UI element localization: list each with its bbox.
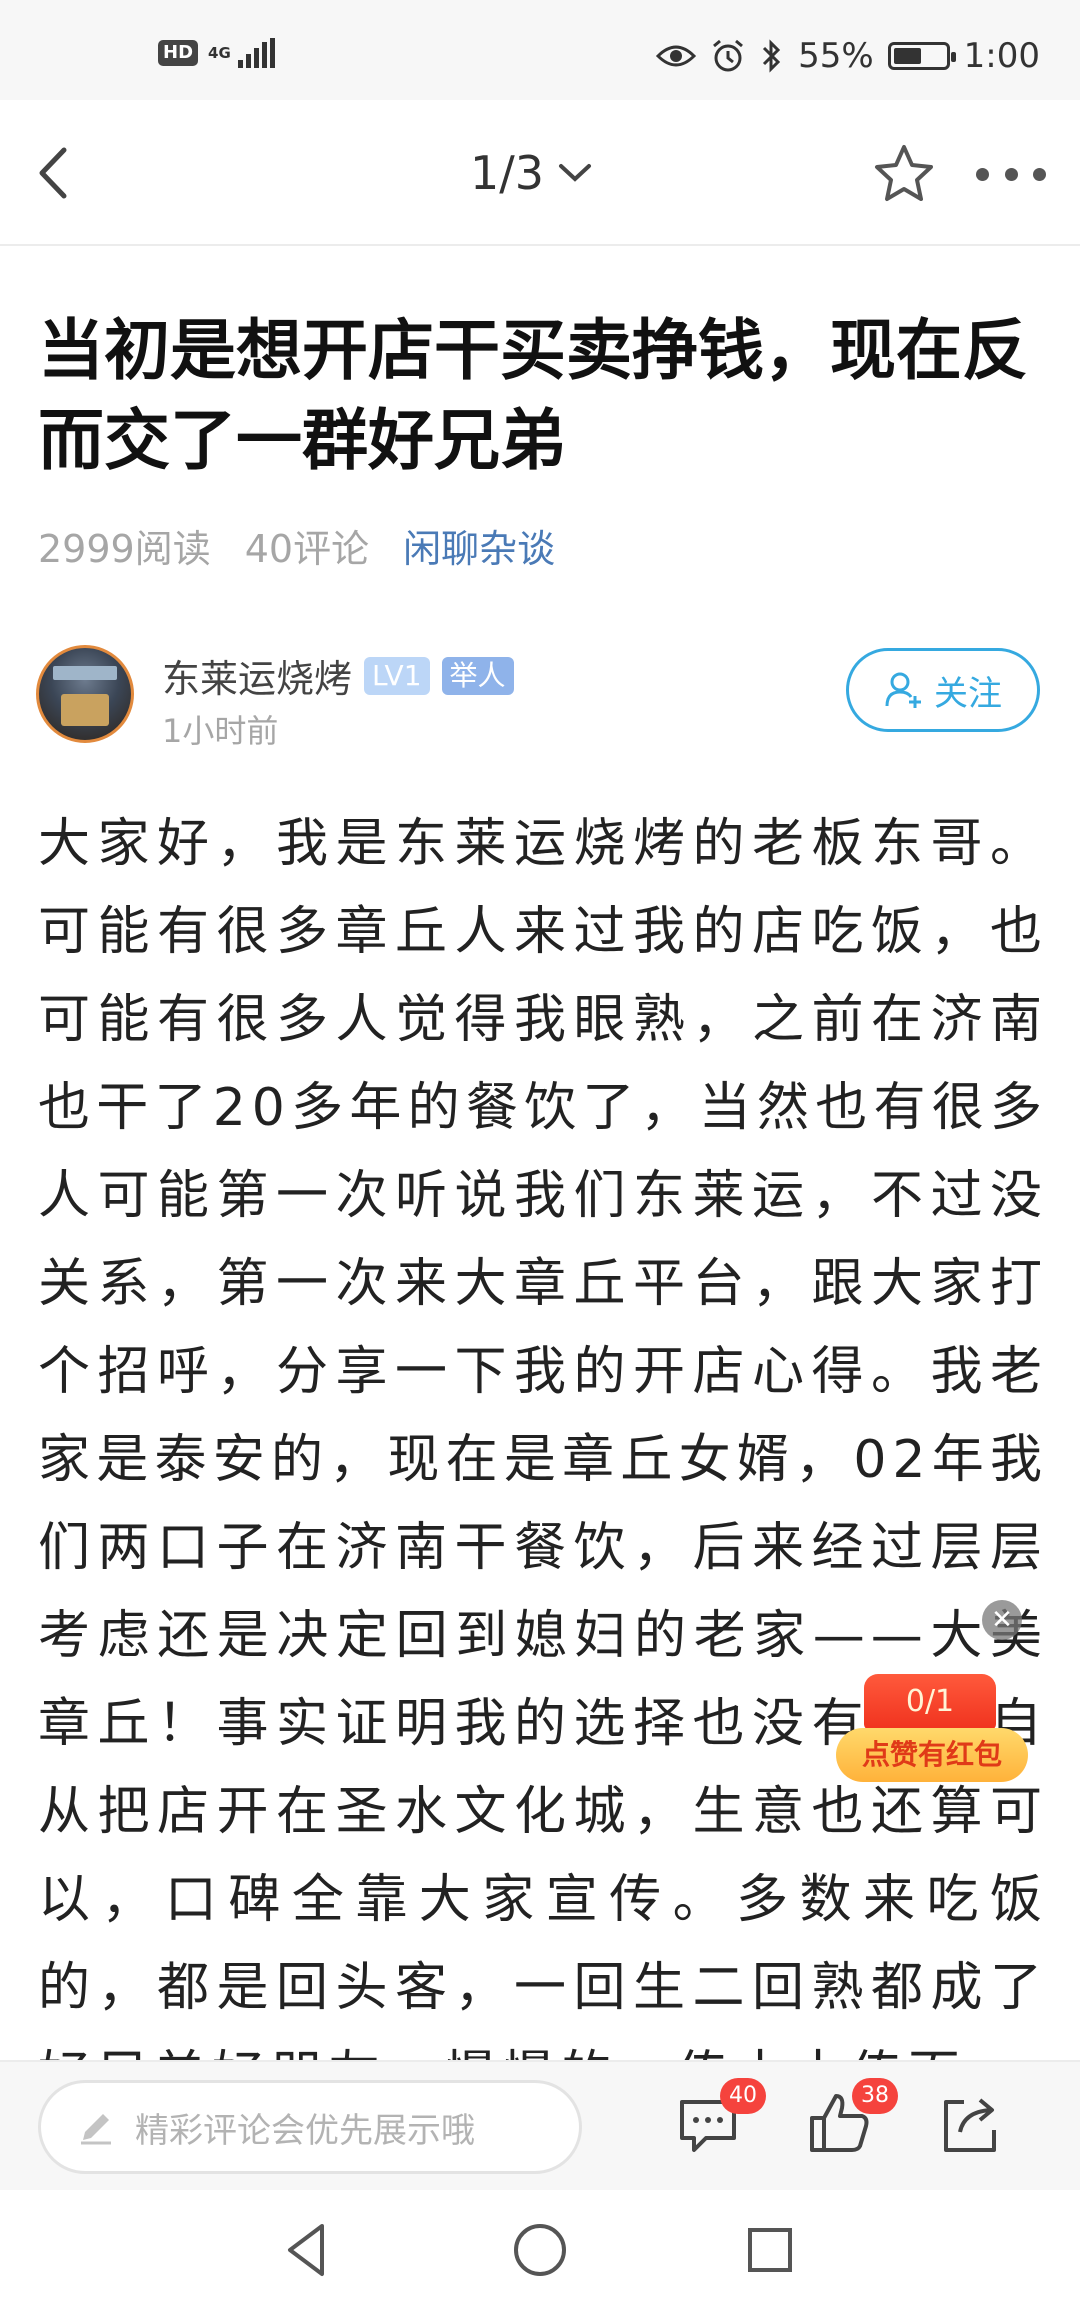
pencil-icon [81, 2114, 111, 2145]
follow-label: 关注 [934, 673, 1002, 714]
article-meta: 2999阅读 40评论 闲聊杂谈 [38, 518, 555, 573]
status-right: 55% 1:00 [656, 36, 1040, 76]
author-avatar[interactable] [36, 645, 134, 743]
more-icon[interactable] [976, 164, 1046, 184]
like-button[interactable]: 38 [804, 2078, 898, 2160]
signal-icon [238, 38, 276, 68]
network-type-label: 4G [208, 44, 231, 62]
like-count-badge: 38 [852, 2078, 898, 2114]
eye-icon [656, 45, 697, 67]
nav-back-icon[interactable] [276, 2218, 340, 2282]
clock: 1:00 [963, 36, 1040, 76]
comment-count-text: 40评论 [244, 527, 370, 571]
level-badge: LV1 [364, 656, 430, 695]
battery-percent: 55% [798, 36, 874, 76]
comments-button[interactable]: 40 [672, 2078, 766, 2160]
read-count: 2999阅读 [38, 527, 211, 571]
bluetooth-icon [763, 39, 781, 73]
page-indicator-dropdown[interactable]: 1/3 [470, 146, 592, 200]
author-info: 东莱运烧烤 LV1 举人 [162, 648, 514, 703]
rank-badge: 举人 [441, 656, 514, 695]
comment-placeholder: 精彩评论会优先展示哦 [135, 2110, 475, 2151]
status-bar: HD 4G 55% 1:00 [0, 0, 1080, 100]
add-user-icon [885, 672, 921, 708]
comment-input[interactable]: 精彩评论会优先展示哦 [38, 2080, 582, 2174]
page-indicator-label: 1/3 [470, 146, 545, 200]
nav-recents-icon[interactable] [738, 2218, 802, 2282]
post-time: 1小时前 [162, 712, 279, 750]
red-packet-count[interactable]: 0/1 [864, 1674, 996, 1730]
article-body: 大家好，我是东莱运烧烤的老板东哥。可能有很多章丘人来过我的店吃饭，也可能有很多人… [38, 814, 1048, 2060]
back-arrow-icon[interactable] [28, 140, 88, 206]
author-name[interactable]: 东莱运烧烤 [162, 648, 352, 703]
article-title: 当初是想开店干买卖挣钱，现在反而交了一群好兄弟 [38, 312, 1028, 479]
page: HD 4G 55% 1:00 1/3 当初是想开店干买卖挣钱，现在反而交了一群好… [0, 0, 1080, 2310]
bottom-action-bar: 精彩评论会优先展示哦 40 38 [0, 2060, 1080, 2190]
battery-icon [887, 42, 956, 70]
hd-icon: HD [158, 40, 199, 66]
red-packet-button[interactable]: 点赞有红包 [836, 1728, 1028, 1782]
system-nav-bar [0, 2190, 1080, 2310]
top-nav-bar: 1/3 [0, 100, 1080, 246]
nav-home-icon[interactable] [508, 2218, 572, 2282]
comment-count-badge: 40 [720, 2078, 766, 2114]
follow-button[interactable]: 关注 [846, 648, 1040, 732]
category-link[interactable]: 闲聊杂谈 [403, 518, 555, 573]
share-button[interactable] [934, 2088, 1006, 2160]
share-icon [944, 2098, 996, 2152]
chevron-down-icon [559, 164, 592, 182]
alarm-icon [713, 39, 744, 72]
star-icon[interactable] [872, 142, 936, 206]
status-left: HD 4G [158, 38, 276, 68]
close-icon[interactable]: ✕ [982, 1600, 1022, 1640]
